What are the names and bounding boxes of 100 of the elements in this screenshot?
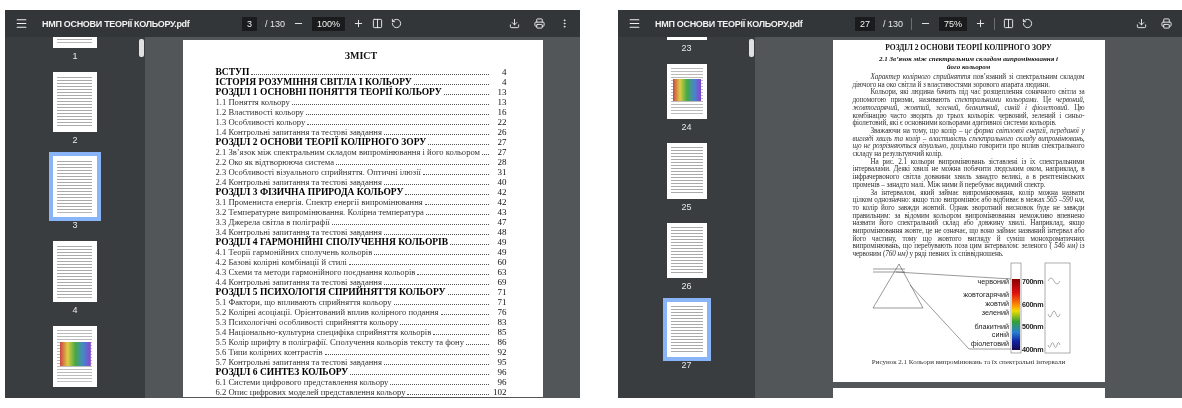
toc-page-number: 96 bbox=[496, 377, 507, 387]
toc-chapter: РОЗДІЛ 6 СИНТЕЗ КОЛЬОРУ bbox=[215, 367, 349, 377]
scrollbar-thumb[interactable] bbox=[749, 39, 754, 57]
zoom-field[interactable]: 75% bbox=[939, 16, 968, 31]
page-thumbnail[interactable] bbox=[53, 325, 97, 387]
toc-section: 3.4 Контрольні запитання та тестові завдання bbox=[215, 227, 382, 237]
thumbnail-label: 27 bbox=[681, 359, 692, 370]
page-number-field[interactable]: 27 bbox=[855, 16, 875, 31]
toc-section: 3.2 Температурне випромінювання. Колірна температура bbox=[215, 207, 424, 217]
thumbnail-label: 3 bbox=[72, 220, 78, 231]
rotate-icon[interactable] bbox=[391, 18, 403, 29]
page-total: / 130 bbox=[883, 18, 904, 29]
toc-chapter: РОЗДІЛ 5 ПСИХОЛОГІЯ СПРИЙНЯТТЯ КОЛЬОРУ bbox=[215, 287, 446, 297]
thumbnail-label: 4 bbox=[72, 304, 78, 315]
toc-section: 5.5 Колір шрифту в поліграфії. Сполучення кольорів тексту та фону bbox=[215, 337, 464, 347]
toc-section: 3.3 Джерела світла в поліграфії bbox=[215, 217, 330, 227]
toc-section: 5.1 Фактори, що впливають сприйняття кольору bbox=[215, 297, 392, 307]
toc-page-number: 42 bbox=[496, 197, 507, 207]
toc-section: 1.2 Властивості кольору bbox=[215, 107, 304, 117]
toc-page-number: 4 bbox=[501, 77, 507, 87]
toc-page-number: 49 bbox=[496, 237, 507, 247]
print-icon[interactable] bbox=[534, 18, 545, 29]
toc-section: 1.1 Поняття кольору bbox=[215, 97, 290, 107]
thumbnail-label: 23 bbox=[681, 43, 692, 54]
toc-page-number: 96 bbox=[496, 367, 507, 377]
thumbnail-label: 26 bbox=[681, 280, 692, 291]
file-title: НМП ОСНОВИ ТЕОРІЇ КОЛЬОРУ.pdf bbox=[655, 18, 804, 29]
toc-chapter: ІСТОРІЯ РОЗУМІННЯ СВІТЛА І КОЛЬОРУ bbox=[215, 77, 412, 87]
toc-page-number: 22 bbox=[496, 117, 507, 127]
download-icon[interactable] bbox=[509, 18, 520, 29]
toc-section: 2.1 Зв’язок між спектральним складом випромінювання і його кольором bbox=[215, 147, 481, 157]
spectrum-bar bbox=[1011, 278, 1020, 350]
toc-page-number: 76 bbox=[496, 307, 507, 317]
toc-section: 1.3 Особливості кольору bbox=[215, 117, 306, 127]
toc-page-number: 92 bbox=[496, 347, 507, 357]
toc-page-number: 95 bbox=[496, 357, 507, 367]
page-thumbnail[interactable] bbox=[666, 222, 707, 278]
download-icon[interactable] bbox=[1136, 18, 1147, 29]
thumbnail-label: 25 bbox=[681, 201, 692, 212]
rotate-icon[interactable] bbox=[1022, 18, 1034, 29]
fit-page-icon[interactable] bbox=[372, 18, 384, 29]
fit-page-icon[interactable] bbox=[1003, 18, 1015, 29]
toc-section: 4.3 Схеми та методи гармонійного поєднання кольорів bbox=[215, 267, 416, 277]
toc-page-number: 31 bbox=[496, 167, 507, 177]
toc-page-number: 42 bbox=[496, 187, 507, 197]
toc-page-number: 71 bbox=[496, 297, 507, 307]
file-title: НМП ОСНОВИ ТЕОРІЇ КОЛЬОРУ.pdf bbox=[42, 18, 191, 29]
toc-page-number: 43 bbox=[496, 207, 507, 217]
menu-icon[interactable] bbox=[628, 17, 641, 30]
toc-section: 3.1 Промениста енергія. Спектр енергії випромінювання bbox=[215, 197, 423, 207]
toc-page-number: 60 bbox=[496, 257, 507, 267]
toc-chapter: РОЗДІЛ 1 ОСНОВНІ ПОНЯТТЯ ТЕОРІЇ КОЛЬОРУ bbox=[215, 87, 442, 97]
toc-page-number: 13 bbox=[496, 87, 507, 97]
toc-page-number: 47 bbox=[496, 217, 507, 227]
toc-page-number: 40 bbox=[496, 177, 507, 187]
page-thumbnail[interactable] bbox=[53, 71, 97, 133]
toc-page-number: 26 bbox=[496, 127, 507, 137]
toc-section: 4.1 Теорії гармонійних сполучень кольорів bbox=[215, 247, 373, 257]
toc-page-number: 85 bbox=[496, 327, 507, 337]
page-total: / 130 bbox=[265, 18, 286, 29]
toc-page-number: 86 bbox=[496, 337, 507, 347]
zoom-field[interactable]: 100% bbox=[312, 16, 346, 31]
toc-section: 4.4 Контрольні запитання та тестові завдання bbox=[215, 277, 382, 287]
toc-page-number: 27 bbox=[496, 137, 507, 147]
toc-page-number: 83 bbox=[496, 317, 507, 327]
toc-chapter: РОЗДІЛ 2 ОСНОВИ ТЕОРІЇ КОЛІРНОГО ЗОРУ bbox=[215, 137, 427, 147]
zoom-in-icon[interactable] bbox=[975, 18, 987, 29]
scrollbar-thumb[interactable] bbox=[139, 39, 144, 57]
toc-page-number: 102 bbox=[492, 387, 507, 397]
toc-page-number: 4 bbox=[501, 67, 507, 77]
toc-page-number: 49 bbox=[496, 247, 507, 257]
thumbnail-label: 2 bbox=[72, 135, 78, 146]
toc-section: 5.3 Психологічні особливості сприйняття кольору bbox=[215, 317, 399, 327]
toc-chapter: РОЗДІЛ 3 ФІЗИЧНА ПРИРОДА КОЛЬОРУ bbox=[215, 187, 404, 197]
toc-page-number: 27 bbox=[496, 147, 507, 157]
print-icon[interactable] bbox=[1161, 18, 1172, 29]
menu-icon[interactable] bbox=[15, 17, 28, 30]
page-number-field[interactable]: 3 bbox=[242, 16, 257, 31]
toc-section: 2.4 Контрольні запитання та тестові завдання bbox=[215, 177, 382, 187]
toc-page-number: 48 bbox=[496, 227, 507, 237]
toc-page-number: 63 bbox=[496, 267, 507, 277]
zoom-in-icon[interactable] bbox=[353, 18, 365, 29]
page-thumbnail[interactable] bbox=[666, 143, 707, 199]
toc-section: 5.6 Типи колірних контрастів bbox=[215, 347, 323, 357]
toc-chapter: РОЗДІЛ 4 ГАРМОНІЙНІ СПОЛУЧЕННЯ КОЛЬОРІВ bbox=[215, 237, 449, 247]
toc-page-number: 28 bbox=[496, 157, 507, 167]
toc-page-number: 16 bbox=[496, 107, 507, 117]
toc-page-number: 71 bbox=[496, 287, 507, 297]
toc-page-number: 69 bbox=[496, 277, 507, 287]
toc-section: 6.1 Системи цифрового представлення кольору bbox=[215, 377, 389, 387]
toc-section: 1.4 Контрольні запитання та тестові завдання bbox=[215, 127, 382, 137]
thumbnail-label: 1 bbox=[72, 50, 78, 61]
toc-section: 5.2 Колірні асоціації. Орієнтований вплив колірного подання bbox=[215, 307, 439, 317]
toc-chapter: ВСТУП bbox=[215, 67, 250, 77]
toc-section: 4.2 Базові колірні комбінації й стилі bbox=[215, 257, 347, 267]
page-thumbnail[interactable] bbox=[666, 64, 707, 120]
page-thumbnail[interactable] bbox=[53, 241, 97, 302]
toc-section: 2.2 Око як відтворююча система bbox=[215, 157, 334, 167]
page-title: ЗМІСТ bbox=[343, 50, 379, 61]
toc-section: 6.2 Опис цифрових моделей представлення кольору bbox=[215, 387, 406, 397]
